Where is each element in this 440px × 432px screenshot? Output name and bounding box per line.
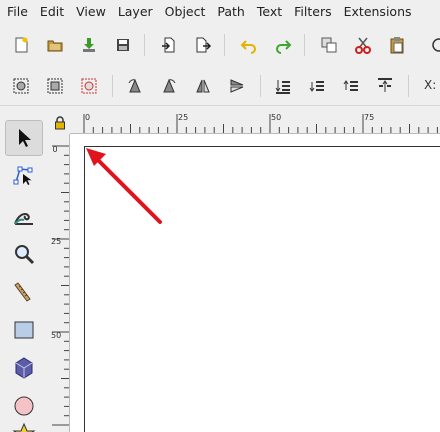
toolbar-separator [224, 34, 225, 56]
selector-tool[interactable] [5, 120, 43, 156]
select-toolbar [0, 66, 440, 106]
menu-object[interactable]: Object [159, 0, 212, 24]
menu-path[interactable]: Path [211, 0, 250, 24]
toolbar-separator [112, 75, 113, 97]
menu-text[interactable]: Text [251, 0, 288, 24]
rotate-ccw-icon[interactable] [124, 75, 146, 97]
undo-icon[interactable] [238, 34, 260, 56]
menu-extensions[interactable]: Extensions [338, 0, 418, 24]
export-icon[interactable] [192, 34, 214, 56]
measure-tool[interactable] [5, 274, 43, 310]
3d-box-tool[interactable] [5, 350, 43, 386]
toolbar-separator [260, 75, 261, 97]
import-bitmap-icon[interactable] [158, 34, 180, 56]
ruler-h-label-75: 75 [364, 113, 375, 122]
select-all-layers-icon[interactable] [44, 75, 66, 97]
ruler-h-label-0: 0 [85, 113, 91, 122]
ruler-v-label-25: 25 [51, 237, 62, 246]
menu-edit[interactable]: Edit [34, 0, 70, 24]
toolbar-separator [304, 34, 305, 56]
select-all-icon[interactable] [10, 75, 32, 97]
ruler-lock-icon[interactable] [50, 112, 70, 134]
vertical-ruler[interactable]: 0 25 50 [50, 134, 70, 432]
horizontal-ruler[interactable]: 0 25 50 75 [70, 112, 440, 134]
import-icon[interactable] [78, 34, 100, 56]
ruler-v-label-0: 0 [52, 145, 58, 154]
rotate-cw-icon[interactable] [158, 75, 180, 97]
star-tool[interactable] [5, 416, 43, 432]
duplicate-icon[interactable] [318, 34, 340, 56]
horizontal-ruler-ticks [83, 114, 438, 133]
paste-icon[interactable] [386, 34, 408, 56]
raise-icon[interactable] [340, 75, 362, 97]
zoom-preview-icon[interactable] [428, 34, 440, 56]
toolbox [0, 112, 50, 432]
ruler-h-label-50: 50 [271, 113, 282, 122]
tweak-tool[interactable] [5, 198, 43, 234]
new-document-icon[interactable] [10, 34, 32, 56]
lower-to-bottom-icon[interactable] [272, 75, 294, 97]
cut-icon[interactable] [352, 34, 374, 56]
menu-view[interactable]: View [70, 0, 112, 24]
menubar: File Edit View Layer Object Path Text Fi… [0, 0, 440, 24]
node-tool[interactable] [5, 158, 43, 194]
annotation-arrow [86, 148, 162, 224]
rectangle-tool[interactable] [5, 312, 43, 348]
x-coordinate-label: X: [424, 78, 437, 92]
ruler-v-label-50: 50 [51, 331, 62, 340]
vertical-ruler-ticks [52, 145, 69, 426]
ruler-h-label-25: 25 [178, 113, 189, 122]
redo-icon[interactable] [272, 34, 294, 56]
raise-to-top-icon[interactable] [374, 75, 396, 97]
toolbar-separator [144, 34, 145, 56]
flip-vertical-icon[interactable] [226, 75, 248, 97]
open-document-icon[interactable] [44, 34, 66, 56]
menu-filters[interactable]: Filters [288, 0, 337, 24]
toolbar-divider [0, 105, 440, 106]
menu-file[interactable]: File [0, 0, 34, 24]
menu-layer[interactable]: Layer [112, 0, 159, 24]
print-icon[interactable] [112, 34, 134, 56]
lower-icon[interactable] [306, 75, 328, 97]
commands-toolbar [0, 26, 440, 64]
zoom-tool[interactable] [5, 236, 43, 272]
deselect-icon[interactable] [78, 75, 100, 97]
flip-horizontal-icon[interactable] [192, 75, 214, 97]
toolbar-separator [408, 75, 409, 97]
